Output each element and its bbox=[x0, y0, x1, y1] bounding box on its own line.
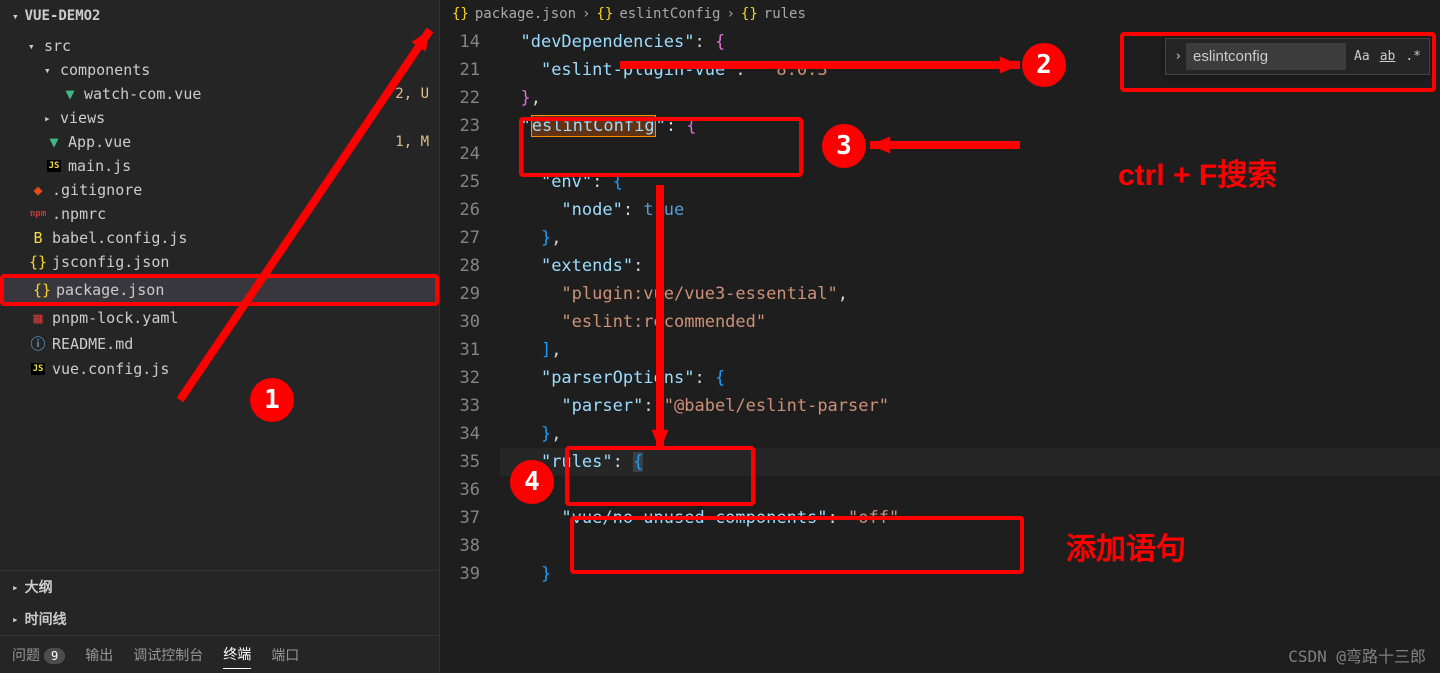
file-item[interactable]: ▼watch-com.vue2, U bbox=[0, 82, 439, 106]
file-label: main.js bbox=[68, 157, 439, 175]
breadcrumb-item[interactable]: package.json bbox=[475, 6, 576, 22]
git-status: 1, M bbox=[395, 134, 429, 150]
match-case-toggle[interactable]: Aa bbox=[1350, 47, 1374, 66]
breadcrumb-item[interactable]: rules bbox=[764, 6, 806, 22]
code-line[interactable]: ], bbox=[500, 336, 1440, 364]
folder-label: components bbox=[60, 61, 439, 79]
file-label: jsconfig.json bbox=[52, 253, 439, 271]
badge: 9 bbox=[44, 648, 65, 664]
file-label: vue.config.js bbox=[52, 360, 439, 378]
code-line[interactable]: }, bbox=[500, 420, 1440, 448]
timeline-section[interactable]: ▸ 时间线 bbox=[0, 603, 439, 635]
project-header[interactable]: ▾ VUE-DEMO2 bbox=[0, 0, 439, 32]
code-line[interactable]: "parserOptions": { bbox=[500, 364, 1440, 392]
file-label: watch-com.vue bbox=[84, 85, 395, 103]
whole-word-toggle[interactable]: ab bbox=[1376, 47, 1400, 66]
annotation-marker: 2 bbox=[1022, 43, 1066, 87]
panel-tab[interactable]: 端口 bbox=[271, 641, 299, 669]
file-item[interactable]: Bbabel.config.js bbox=[0, 226, 439, 250]
breadcrumb-item[interactable]: eslintConfig bbox=[619, 6, 720, 22]
file-item[interactable]: JSvue.config.js bbox=[0, 357, 439, 381]
editor-area: {} package.json › {} eslintConfig › {} rules 14… bbox=[440, 0, 1440, 673]
annotation-marker: 1 bbox=[250, 378, 294, 422]
code-line[interactable]: "plugin:vue/vue3-essential", bbox=[500, 280, 1440, 308]
code-line[interactable]: }, bbox=[500, 84, 1440, 112]
code-line[interactable] bbox=[500, 140, 1440, 168]
code-content[interactable]: "devDependencies": { "eslint-plugin-vue"… bbox=[500, 28, 1440, 673]
outline-section[interactable]: ▸ 大纲 bbox=[0, 571, 439, 603]
code-line[interactable]: "vue/no-unused-components": "off" bbox=[500, 504, 1440, 532]
json-icon: {} bbox=[741, 6, 758, 22]
file-item[interactable]: ◆.gitignore bbox=[0, 178, 439, 202]
file-label: pnpm-lock.yaml bbox=[52, 309, 439, 327]
git-status: 2, U bbox=[395, 86, 429, 102]
chevron-icon: ▾ bbox=[28, 40, 44, 53]
chevron-right-icon: ▸ bbox=[12, 581, 19, 594]
chevron-down-icon: ▾ bbox=[12, 10, 19, 23]
code-line[interactable]: "rules": { bbox=[500, 448, 1440, 476]
panel-tab[interactable]: 输出 bbox=[85, 641, 113, 669]
panel-tabs: 问题9 输出调试控制台终端端口 bbox=[0, 635, 439, 673]
chevron-right-icon: › bbox=[726, 6, 734, 22]
timeline-label: 时间线 bbox=[25, 609, 67, 629]
folder-item[interactable]: ▸views bbox=[0, 106, 439, 130]
breadcrumb[interactable]: {} package.json › {} eslintConfig › {} rules bbox=[440, 0, 1440, 28]
code-editor[interactable]: 1421222324252627282930313233343536373839… bbox=[440, 28, 1440, 673]
file-label: .gitignore bbox=[52, 181, 439, 199]
code-line[interactable]: }, bbox=[500, 224, 1440, 252]
annotation-text: ctrl + F搜索 bbox=[1118, 150, 1277, 194]
outline-label: 大纲 bbox=[25, 577, 53, 597]
panel-tab[interactable]: 调试控制台 bbox=[133, 641, 203, 669]
code-line[interactable]: "extends": [ bbox=[500, 252, 1440, 280]
panel-tab[interactable]: 终端 bbox=[223, 640, 251, 669]
file-label: babel.config.js bbox=[52, 229, 439, 247]
code-line[interactable]: "node": true bbox=[500, 196, 1440, 224]
annotation-marker: 4 bbox=[510, 460, 554, 504]
project-title: VUE-DEMO2 bbox=[25, 8, 101, 24]
file-label: README.md bbox=[52, 335, 439, 353]
file-item[interactable]: JSmain.js bbox=[0, 154, 439, 178]
regex-toggle[interactable]: .* bbox=[1401, 47, 1425, 66]
file-label: package.json bbox=[56, 281, 435, 299]
folder-item[interactable]: ▾components bbox=[0, 58, 439, 82]
line-gutter: 1421222324252627282930313233343536373839 bbox=[440, 28, 500, 673]
code-line[interactable]: "env": { bbox=[500, 168, 1440, 196]
chevron-right-icon: ▸ bbox=[12, 613, 19, 626]
code-line[interactable] bbox=[500, 532, 1440, 560]
chevron-icon: ▾ bbox=[44, 64, 60, 77]
code-line[interactable]: } bbox=[500, 560, 1440, 588]
file-item[interactable]: ▦pnpm-lock.yaml bbox=[0, 306, 439, 330]
file-item[interactable]: ▼App.vue1, M bbox=[0, 130, 439, 154]
json-icon: {} bbox=[452, 6, 469, 22]
code-line[interactable] bbox=[500, 476, 1440, 504]
annotation-text: 添加语句 bbox=[1066, 524, 1186, 568]
explorer-sidebar: ▾ VUE-DEMO2 ▾src▾components▼watch-com.vu… bbox=[0, 0, 440, 673]
file-label: .npmrc bbox=[52, 205, 439, 223]
folder-label: src bbox=[44, 37, 439, 55]
file-item[interactable]: {}package.json bbox=[0, 274, 439, 306]
file-item[interactable]: ⓘREADME.md bbox=[0, 330, 439, 357]
file-label: App.vue bbox=[68, 133, 395, 151]
chevron-icon: ▸ bbox=[44, 112, 60, 125]
json-icon: {} bbox=[596, 6, 613, 22]
code-line[interactable]: "eslintConfig": { bbox=[500, 112, 1440, 140]
file-item[interactable]: {}jsconfig.json bbox=[0, 250, 439, 274]
code-line[interactable]: "parser": "@babel/eslint-parser" bbox=[500, 392, 1440, 420]
code-line[interactable]: "eslint:recommended" bbox=[500, 308, 1440, 336]
find-widget[interactable]: › Aa ab .* bbox=[1165, 38, 1430, 75]
chevron-right-icon: › bbox=[582, 6, 590, 22]
file-tree: ▾src▾components▼watch-com.vue2, U▸views▼… bbox=[0, 32, 439, 570]
file-item[interactable]: npm.npmrc bbox=[0, 202, 439, 226]
annotation-marker: 3 bbox=[822, 124, 866, 168]
folder-label: views bbox=[60, 109, 439, 127]
panel-tab[interactable]: 问题9 bbox=[12, 641, 65, 669]
watermark: CSDN @弯路十三郎 bbox=[1288, 643, 1426, 667]
search-input[interactable] bbox=[1186, 43, 1346, 70]
folder-item[interactable]: ▾src bbox=[0, 34, 439, 58]
chevron-right-icon[interactable]: › bbox=[1170, 49, 1186, 64]
